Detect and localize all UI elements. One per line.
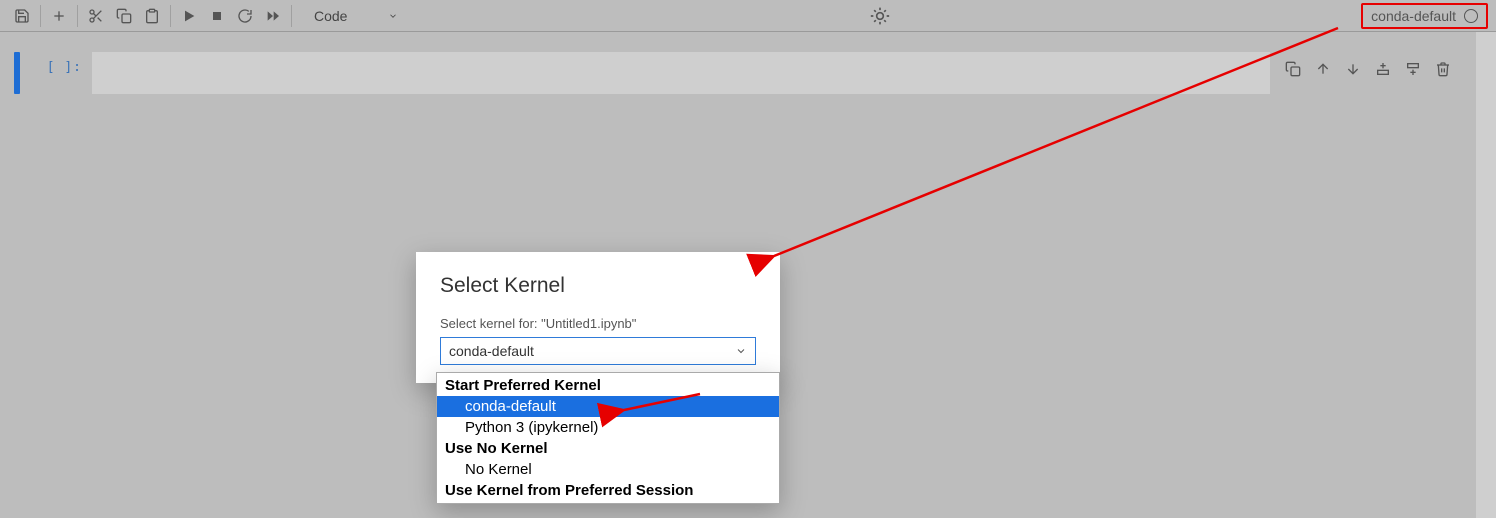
kernel-dropdown-item[interactable]: No Kernel xyxy=(437,459,779,480)
dialog-prompt: Select kernel for: "Untitled1.ipynb" xyxy=(440,316,756,331)
toolbar-separator xyxy=(291,5,292,27)
insert-cell-button[interactable] xyxy=(45,2,73,30)
kernel-indicator[interactable]: conda-default xyxy=(1361,3,1488,29)
kernel-status-icon xyxy=(1464,9,1478,23)
delete-cell-button[interactable] xyxy=(1432,58,1454,80)
chevron-down-icon xyxy=(735,345,747,357)
kernel-select[interactable]: conda-default xyxy=(440,337,756,365)
restart-run-all-button[interactable] xyxy=(259,2,287,30)
move-cell-down-button[interactable] xyxy=(1342,58,1364,80)
interrupt-button[interactable] xyxy=(203,2,231,30)
kernel-dropdown-header: Use No Kernel xyxy=(437,438,779,459)
kernel-dropdown-header: Use Kernel from Preferred Session xyxy=(437,480,779,501)
code-cell[interactable]: [ ]: xyxy=(14,52,1462,94)
kernel-dropdown-item[interactable]: Python 3 (ipykernel) xyxy=(437,417,779,438)
notebook-toolbar: Code conda-default xyxy=(0,0,1496,32)
kernel-select-value: conda-default xyxy=(449,343,534,359)
kernel-name-label: conda-default xyxy=(1371,8,1456,24)
select-kernel-dialog: Select Kernel Select kernel for: "Untitl… xyxy=(416,252,780,383)
kernel-dropdown-item[interactable]: conda-default xyxy=(437,396,779,417)
kernel-dropdown[interactable]: Start Preferred Kernelconda-defaultPytho… xyxy=(436,372,780,504)
toolbar-separator xyxy=(170,5,171,27)
toolbar-separator xyxy=(40,5,41,27)
cell-code-input[interactable] xyxy=(92,52,1270,94)
toolbar-separator xyxy=(77,5,78,27)
cell-type-label: Code xyxy=(314,8,347,24)
move-cell-up-button[interactable] xyxy=(1312,58,1334,80)
scrollbar[interactable] xyxy=(1476,32,1496,518)
debugger-button[interactable] xyxy=(870,6,890,26)
insert-cell-above-button[interactable] xyxy=(1372,58,1394,80)
cell-type-select[interactable]: Code xyxy=(306,4,402,28)
duplicate-cell-button[interactable] xyxy=(1282,58,1304,80)
cell-toolbar xyxy=(1270,52,1462,94)
cut-button[interactable] xyxy=(82,2,110,30)
run-button[interactable] xyxy=(175,2,203,30)
chevron-down-icon xyxy=(388,11,398,21)
save-button[interactable] xyxy=(8,2,36,30)
cell-active-indicator xyxy=(14,52,20,94)
paste-button[interactable] xyxy=(138,2,166,30)
cell-prompt: [ ]: xyxy=(28,52,92,94)
restart-button[interactable] xyxy=(231,2,259,30)
copy-button[interactable] xyxy=(110,2,138,30)
dialog-title: Select Kernel xyxy=(440,274,756,298)
kernel-dropdown-header: Start Preferred Kernel xyxy=(437,375,779,396)
insert-cell-below-button[interactable] xyxy=(1402,58,1424,80)
